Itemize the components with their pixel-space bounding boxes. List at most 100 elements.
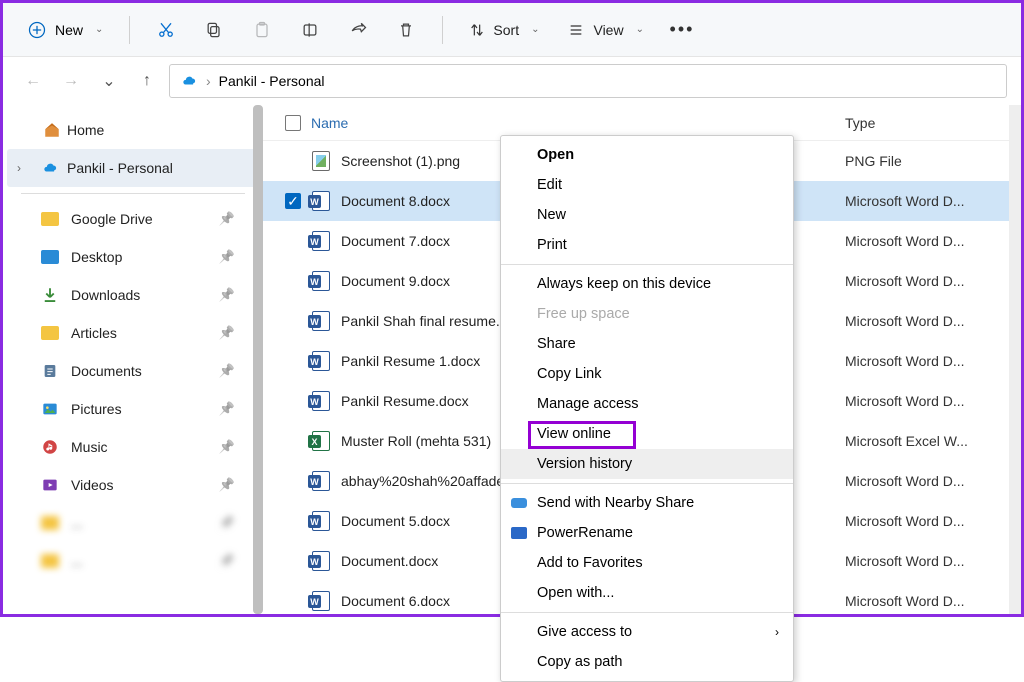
col-name[interactable]: Name [311, 115, 348, 131]
pin-icon[interactable]: 📌 [219, 515, 235, 531]
sidebar-item-label: Articles [71, 325, 117, 341]
sidebar-onedrive[interactable]: › Pankil - Personal [7, 149, 259, 187]
col-type[interactable]: Type [845, 115, 1021, 131]
address-bar[interactable]: › Pankil - Personal [169, 64, 1007, 98]
file-type: Microsoft Word D... [845, 353, 1021, 369]
sidebar-item[interactable]: Articles 📌 [7, 314, 259, 352]
separator [21, 193, 245, 194]
sidebar-home[interactable]: Home [7, 111, 259, 149]
ctx-new[interactable]: New [501, 200, 793, 230]
file-name: Pankil Resume.docx [341, 393, 469, 409]
sidebar-item[interactable]: Pictures 📌 [7, 390, 259, 428]
pin-icon[interactable]: 📌 [219, 439, 235, 455]
select-all-checkbox[interactable] [285, 115, 301, 131]
new-plus-icon [27, 20, 47, 40]
ctx-edit[interactable]: Edit [501, 170, 793, 200]
back-button[interactable]: ← [17, 65, 49, 97]
chevron-down-icon: ⌄ [531, 24, 539, 35]
recent-dropdown[interactable]: ⌄ [93, 65, 125, 97]
row-checkbox[interactable]: ✓ [285, 193, 301, 209]
folder-icon [41, 324, 59, 342]
sidebar-item-label: Pictures [71, 401, 122, 417]
ctx-nearby-share[interactable]: Send with Nearby Share [501, 488, 793, 518]
paste-icon[interactable] [242, 10, 282, 50]
sidebar-item[interactable]: Videos📌 [7, 466, 259, 504]
chevron-down-icon: ⌄ [95, 24, 103, 35]
folder-icon [41, 400, 59, 418]
ctx-copylink[interactable]: Copy Link [501, 359, 793, 389]
pin-icon[interactable]: 📌 [219, 363, 235, 379]
file-name: Pankil Resume 1.docx [341, 353, 480, 369]
new-button[interactable]: New ⌄ [17, 14, 113, 46]
sidebar-item-label: Documents [71, 363, 142, 379]
expand-caret[interactable]: › [17, 161, 21, 175]
excel-file-icon [311, 431, 331, 451]
separator [501, 264, 793, 265]
pin-icon[interactable]: 📌 [219, 477, 235, 493]
word-file-icon [311, 311, 331, 331]
cut-icon[interactable] [146, 10, 186, 50]
ctx-powerrename[interactable]: PowerRename [501, 518, 793, 548]
nearby-icon [509, 493, 529, 513]
folder-icon [41, 210, 59, 228]
separator [129, 16, 130, 44]
ctx-manage-access[interactable]: Manage access [501, 389, 793, 419]
file-type: Microsoft Word D... [845, 193, 1021, 209]
copy-icon[interactable] [194, 10, 234, 50]
pin-icon[interactable]: 📌 [219, 211, 235, 227]
view-button[interactable]: View ⌄ [557, 16, 653, 44]
ctx-give-access[interactable]: Give access to› [501, 617, 793, 647]
more-button[interactable]: ••• [662, 10, 702, 50]
sidebar: Home › Pankil - Personal Google Drive📌De… [3, 105, 263, 614]
separator [442, 16, 443, 44]
up-button[interactable]: ↑ [131, 65, 163, 97]
context-menu: Open Edit New Print Always keep on this … [500, 135, 794, 682]
file-type: Microsoft Word D... [845, 553, 1021, 569]
ctx-add-favorites[interactable]: Add to Favorites [501, 548, 793, 578]
pin-icon[interactable]: 📌 [219, 553, 235, 569]
ctx-print[interactable]: Print [501, 230, 793, 260]
delete-icon[interactable] [386, 10, 426, 50]
sidebar-item[interactable]: ...📌 [7, 504, 259, 542]
share-icon[interactable] [338, 10, 378, 50]
file-name: Document 5.docx [341, 513, 450, 529]
sidebar-item-label: Music [71, 439, 108, 455]
sort-icon [469, 22, 485, 38]
sidebar-item[interactable]: Documents 📌 [7, 352, 259, 390]
rename-icon[interactable] [290, 10, 330, 50]
toolbar: New ⌄ Sort ⌄ View ⌄ ••• [3, 3, 1021, 57]
ctx-share[interactable]: Share [501, 329, 793, 359]
ctx-open-with[interactable]: Open with... [501, 578, 793, 608]
ctx-always-keep[interactable]: Always keep on this device [501, 269, 793, 299]
sidebar-home-label: Home [67, 122, 104, 138]
sidebar-item[interactable]: Desktop📌 [7, 238, 259, 276]
pin-icon[interactable]: 📌 [219, 287, 235, 303]
cloud-icon [41, 159, 59, 177]
sidebar-item-label: Google Drive [71, 211, 153, 227]
ctx-version-history[interactable]: Version history [501, 449, 793, 479]
word-file-icon [311, 191, 331, 211]
folder-icon [41, 362, 59, 380]
sidebar-item[interactable]: Downloads 📌 [7, 276, 259, 314]
folder-icon [41, 514, 59, 532]
view-icon [567, 22, 585, 38]
sort-button[interactable]: Sort ⌄ [459, 16, 549, 44]
breadcrumb-sep: › [206, 73, 211, 89]
file-name: Document 7.docx [341, 233, 450, 249]
sidebar-item[interactable]: ...📌 [7, 542, 259, 580]
ctx-copy-path[interactable]: Copy as path [501, 647, 793, 677]
pin-icon[interactable]: 📌 [219, 401, 235, 417]
ctx-open[interactable]: Open [501, 140, 793, 170]
forward-button[interactable]: → [55, 65, 87, 97]
sidebar-item[interactable]: Google Drive 📌 [7, 200, 259, 238]
pin-icon[interactable]: 📌 [219, 325, 235, 341]
file-type: Microsoft Word D... [845, 513, 1021, 529]
pin-icon[interactable]: 📌 [219, 249, 235, 265]
sidebar-item-label: Downloads [71, 287, 140, 303]
file-name: abhay%20shah%20affadevit [341, 473, 518, 489]
powerrename-icon [509, 523, 529, 543]
file-type: Microsoft Word D... [845, 393, 1021, 409]
breadcrumb-location[interactable]: Pankil - Personal [219, 73, 325, 89]
sidebar-item[interactable]: Music 📌 [7, 428, 259, 466]
ctx-view-online[interactable]: View online [501, 419, 793, 449]
